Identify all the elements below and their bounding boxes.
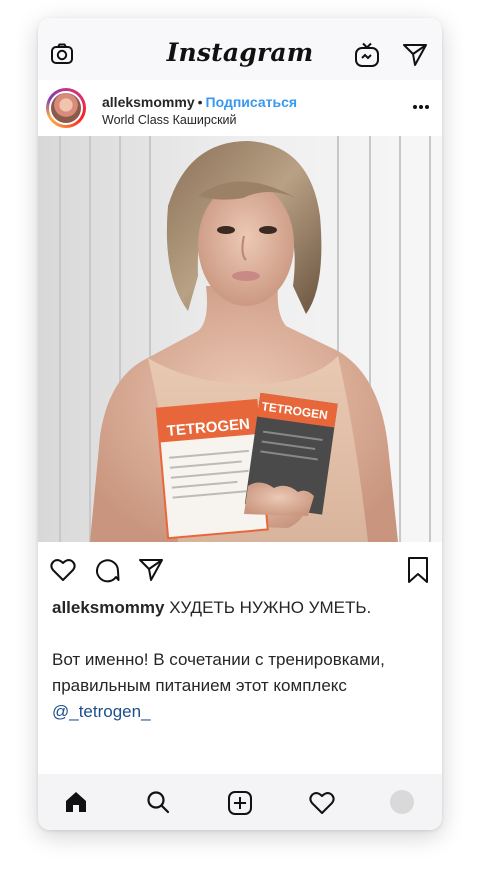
activity-icon[interactable] <box>309 791 335 815</box>
caption-body: Вот именно! В сочетании с тренировками, … <box>52 650 385 695</box>
post-username[interactable]: alleksmommy <box>102 94 195 110</box>
story-ring[interactable] <box>46 88 86 128</box>
share-icon[interactable] <box>138 557 164 583</box>
caption-headline: ХУДЕТЬ НУЖНО УМЕТЬ. <box>169 598 372 617</box>
phone-frame: Instagram alleksmommy • Подписаться World … <box>38 18 442 830</box>
direct-message-icon[interactable] <box>402 42 428 68</box>
app-logo: Instagram <box>166 38 314 67</box>
post-actions <box>38 542 442 598</box>
save-icon[interactable] <box>406 556 430 584</box>
top-app-bar: Instagram <box>38 18 442 80</box>
search-icon[interactable] <box>146 790 170 814</box>
caption-mention[interactable]: @_tetrogen_ <box>52 702 151 721</box>
like-icon[interactable] <box>50 558 76 582</box>
caption-body-line: Вот именно! В сочетании с тренировками, … <box>52 647 432 725</box>
new-post-icon[interactable] <box>227 790 253 816</box>
more-options-icon[interactable] <box>412 104 430 110</box>
follow-button[interactable]: Подписаться <box>206 94 298 110</box>
post-user-line: alleksmommy • Подписаться <box>102 94 297 110</box>
caption-username[interactable]: alleksmommy <box>52 598 164 617</box>
avatar <box>49 91 83 125</box>
igtv-icon[interactable] <box>354 42 380 68</box>
post-caption: alleksmommy ХУДЕТЬ НУЖНО УМЕТЬ. Вот имен… <box>52 595 432 725</box>
post-location[interactable]: World Class Каширский <box>102 113 237 127</box>
home-icon[interactable] <box>64 790 88 814</box>
separator-dot: • <box>197 94 203 110</box>
post-photo[interactable]: TETROGEN TETROGEN <box>38 136 442 542</box>
post-header: alleksmommy • Подписаться World Class Каши… <box>38 80 442 136</box>
caption-headline-line: alleksmommy ХУДЕТЬ НУЖНО УМЕТЬ. <box>52 595 432 621</box>
bottom-nav <box>38 774 442 830</box>
profile-icon[interactable] <box>390 790 414 814</box>
comment-icon[interactable] <box>94 557 120 583</box>
